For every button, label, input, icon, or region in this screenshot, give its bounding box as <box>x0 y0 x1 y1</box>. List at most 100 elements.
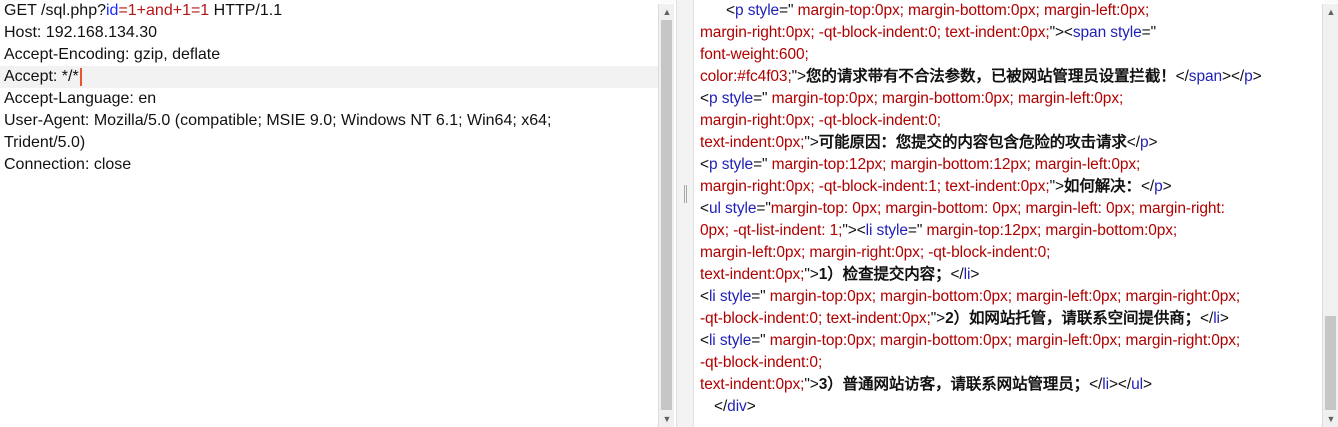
response-token: style <box>715 288 752 305</box>
request-token: Accept: */* <box>4 68 79 85</box>
response-token: -qt-block-indent:0; <box>700 354 823 371</box>
response-token: </ <box>950 266 964 283</box>
request-line[interactable]: Accept-Language: en <box>0 88 660 110</box>
response-token: li <box>708 288 716 305</box>
response-token: > <box>1162 178 1172 195</box>
response-token: ul <box>708 200 721 217</box>
response-line[interactable]: text-indent:0px;">1）检查提交内容；</li> <box>694 264 1324 286</box>
response-line[interactable]: <p style=" margin-top:12px; margin-botto… <box>694 154 1324 176</box>
response-line[interactable]: 0px; -qt-list-indent: 1;"><li style=" ma… <box>694 220 1324 242</box>
response-token: =" <box>907 222 923 239</box>
response-viewer[interactable]: <p style=" margin-top:0px; margin-bottom… <box>694 0 1324 427</box>
response-line[interactable]: <li style=" margin-top:0px; margin-botto… <box>694 286 1324 308</box>
request-token: Connection: close <box>4 156 132 173</box>
response-token: margin-top:0px; margin-bottom:0px; margi… <box>765 288 1241 305</box>
response-token: style <box>743 2 780 19</box>
response-token: margin-top:12px; margin-bottom:12px; mar… <box>767 156 1141 173</box>
response-token: margin-top: 0px; margin-bottom: 0px; mar… <box>770 200 1225 217</box>
response-token: > <box>970 266 980 283</box>
response-token: > <box>1219 310 1229 327</box>
response-token: =" <box>753 156 768 173</box>
response-token: 0px; -qt-list-indent: 1; <box>700 222 843 239</box>
request-editor[interactable]: GET /sql.php?id=1+and+1=1 HTTP/1.1 Host: … <box>0 0 660 427</box>
response-token: 2）如网站托管，请联系空间提供商； <box>945 310 1201 327</box>
response-line[interactable]: margin-left:0px; margin-right:0px; -qt-b… <box>694 242 1324 264</box>
response-token: li <box>1102 376 1109 393</box>
response-token: "> <box>930 310 946 327</box>
response-line[interactable]: margin-right:0px; -qt-block-indent:1; te… <box>694 176 1324 198</box>
response-token: < <box>700 332 709 349</box>
scroll-up-arrow-icon[interactable]: ▲ <box>659 4 675 20</box>
response-scrollbar[interactable]: ▲ ▼ <box>1322 4 1338 427</box>
response-token: =" <box>753 90 768 107</box>
response-token: </ <box>1175 68 1189 85</box>
response-line[interactable]: margin-right:0px; -qt-block-indent:0; te… <box>694 22 1324 44</box>
response-token: "> <box>791 68 807 85</box>
response-token: < <box>700 156 709 173</box>
request-line[interactable]: Connection: close <box>0 154 660 176</box>
request-token: HTTP/1.1 <box>209 2 283 19</box>
response-line[interactable]: font-weight:600; <box>694 44 1324 66</box>
pane-splitter[interactable] <box>676 0 694 427</box>
response-token: > <box>746 398 756 415</box>
request-line[interactable]: GET /sql.php?id=1+and+1=1 HTTP/1.1 <box>0 0 660 22</box>
response-token: style <box>717 156 754 173</box>
response-token: text-indent:0px; <box>700 376 805 393</box>
response-line[interactable]: -qt-block-indent:0; text-indent:0px;">2）… <box>694 308 1324 330</box>
response-token: text-indent:0px; <box>700 134 805 151</box>
request-token: =1+and+1=1 <box>118 2 210 19</box>
response-token: "> <box>1049 178 1064 195</box>
response-line[interactable]: text-indent:0px;">3）普通网站访客，请联系网站管理员；</li… <box>694 374 1324 396</box>
request-line[interactable]: Host: 192.168.134.30 <box>0 22 660 44</box>
text-caret-icon <box>79 67 82 86</box>
response-token: div <box>727 398 747 415</box>
response-line[interactable]: </div> <box>694 396 1324 418</box>
response-token: margin-right:0px; -qt-block-indent:0; <box>700 112 941 129</box>
response-token: margin-top:12px; margin-bottom:0px; <box>922 222 1178 239</box>
response-token: "> <box>804 266 819 283</box>
response-token: font-weight:600; <box>700 46 809 63</box>
response-line[interactable]: -qt-block-indent:0; <box>694 352 1324 374</box>
response-token: 可能原因：您提交的内容包含危险的攻击请求 <box>818 134 1127 151</box>
response-token: text-indent:0px; <box>700 266 805 283</box>
response-token: li <box>1213 310 1220 327</box>
response-token: style <box>872 222 908 239</box>
response-line[interactable]: <p style=" margin-top:0px; margin-bottom… <box>694 0 1324 22</box>
request-line[interactable]: Trident/5.0) <box>0 132 660 154</box>
splitter-grip-icon[interactable] <box>684 185 687 203</box>
response-token: 您的请求带有不合法参数，已被网站管理员设置拦截！ <box>806 68 1176 85</box>
response-token: margin-right:0px; -qt-block-indent:1; te… <box>700 178 1050 195</box>
request-token: GET /sql.php? <box>4 2 106 19</box>
scroll-thumb[interactable] <box>661 20 672 410</box>
response-token: > <box>1142 376 1152 393</box>
scroll-up-arrow-icon[interactable]: ▲ <box>1323 4 1338 20</box>
scroll-down-arrow-icon[interactable]: ▼ <box>659 411 675 427</box>
request-token: Accept-Language: en <box>4 90 157 107</box>
scroll-thumb[interactable] <box>1325 316 1336 410</box>
response-line[interactable]: text-indent:0px;">可能原因：您提交的内容包含危险的攻击请求</… <box>694 132 1324 154</box>
response-token: =" <box>779 2 794 19</box>
response-line[interactable]: <li style=" margin-top:0px; margin-botto… <box>694 330 1324 352</box>
response-token: ">< <box>842 222 866 239</box>
response-token: > <box>1148 134 1158 151</box>
response-token: p <box>1244 68 1253 85</box>
response-line[interactable]: color:#fc4f03;">您的请求带有不合法参数，已被网站管理员设置拦截！… <box>694 66 1324 88</box>
request-scrollbar[interactable]: ▲ ▼ <box>658 4 674 427</box>
response-token: 1）检查提交内容； <box>818 266 951 283</box>
response-token: </ <box>1200 310 1214 327</box>
request-line[interactable]: User-Agent: Mozilla/5.0 (compatible; MSI… <box>0 110 660 132</box>
response-token: </ <box>1126 134 1140 151</box>
response-token: margin-top:0px; margin-bottom:0px; margi… <box>767 90 1124 107</box>
response-line[interactable]: <ul style="margin-top: 0px; margin-botto… <box>694 198 1324 220</box>
scroll-down-arrow-icon[interactable]: ▼ <box>1323 411 1338 427</box>
response-token: < <box>700 90 709 107</box>
response-token: 如何解决： <box>1063 178 1141 195</box>
response-line[interactable]: margin-right:0px; -qt-block-indent:0; <box>694 110 1324 132</box>
response-token: ></ <box>1108 376 1132 393</box>
response-token: =" <box>751 332 766 349</box>
response-token: </ <box>714 398 728 415</box>
request-token: User-Agent: Mozilla/5.0 (compatible; MSI… <box>4 112 552 129</box>
response-line[interactable]: <p style=" margin-top:0px; margin-bottom… <box>694 88 1324 110</box>
request-line[interactable]: Accept: */* <box>0 66 660 88</box>
request-line[interactable]: Accept-Encoding: gzip, deflate <box>0 44 660 66</box>
